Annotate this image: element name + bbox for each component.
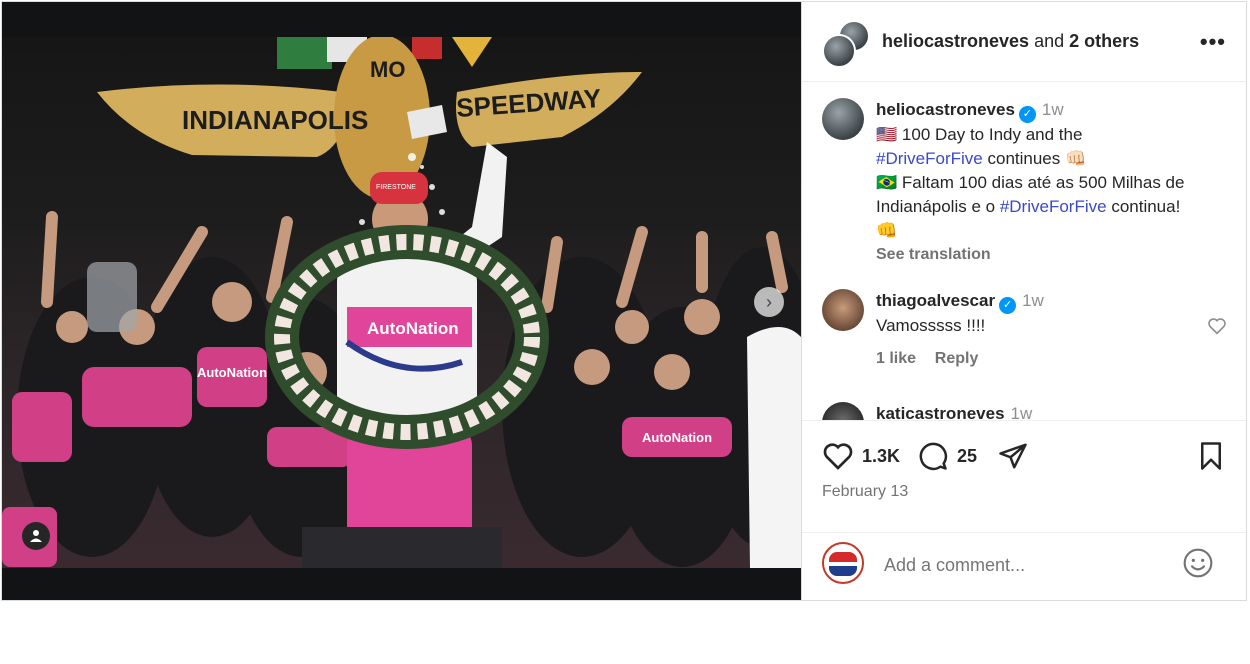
caption-line-4: Indianápolis e o #DriveForFive continua!: [876, 197, 1181, 216]
post-date[interactable]: February 13: [822, 483, 908, 501]
bookmark-icon[interactable]: [1197, 441, 1225, 471]
comment-avatar[interactable]: [822, 402, 864, 420]
post-header-title: heliocastroneves and 2 others: [882, 31, 1139, 52]
trophy-cup: [87, 262, 137, 332]
instagram-post: INDIANAPOLIS SPEEDWAY MO AutoNation FIRE…: [1, 1, 1247, 601]
brazil-flag-icon: 🇧🇷: [876, 173, 898, 192]
logo-text-left: INDIANAPOLIS: [182, 105, 368, 135]
collab-avatar-2: [822, 33, 856, 68]
comment-count[interactable]: 25: [957, 446, 977, 467]
logo-flag-green: [277, 37, 332, 69]
post-side-panel: heliocastroneves and 2 others ••• helioc…: [801, 2, 1246, 600]
comment-time[interactable]: 1w: [1011, 404, 1033, 420]
hashtag-link[interactable]: #DriveForFive: [1000, 197, 1107, 216]
reply-button[interactable]: Reply: [935, 350, 979, 367]
caption-time[interactable]: 1w: [1042, 100, 1064, 119]
hashtag-link[interactable]: #DriveForFive: [876, 149, 983, 168]
caption-avatar[interactable]: [822, 98, 864, 140]
logo-flag-yellow: [452, 37, 492, 67]
comment-likes[interactable]: 1 like: [876, 350, 916, 367]
verified-badge-icon: ✓: [999, 297, 1017, 314]
us-flag-icon: 🇺🇸: [876, 125, 898, 144]
caption-line-5: 👊: [876, 219, 1226, 243]
comment-username[interactable]: thiagoalvescar: [876, 291, 995, 310]
comment-text: Vamosssss !!!!: [876, 316, 986, 335]
header-and: and: [1034, 31, 1065, 51]
post-photo[interactable]: INDIANAPOLIS SPEEDWAY MO AutoNation FIRE…: [2, 37, 801, 568]
comments-list[interactable]: heliocastroneves ✓ 1w 🇺🇸 100 Day to Indy a…: [802, 82, 1246, 420]
driver-cap-text: FIRESTONE: [376, 184, 416, 191]
caption-line-3: 🇧🇷 Faltam 100 dias até as 500 Milhas de: [876, 173, 1185, 192]
caption-line-2: #DriveForFive continues 👊🏻: [876, 149, 1087, 168]
verified-badge-icon: ✓: [1018, 106, 1036, 123]
logo-text-mid: MO: [370, 57, 405, 82]
like-count[interactable]: 1.3K: [862, 446, 900, 467]
collab-avatars[interactable]: [822, 19, 870, 68]
next-arrow-button[interactable]: ›: [754, 287, 784, 317]
comment-bubble-icon[interactable]: [917, 441, 949, 471]
more-options-icon[interactable]: •••: [1200, 29, 1226, 55]
caption: heliocastroneves ✓ 1w 🇺🇸 100 Day to Indy a…: [822, 98, 1226, 267]
person-icon: [30, 530, 42, 542]
fist-icon: 👊🏻: [1065, 149, 1087, 168]
logo-flag-red: [412, 37, 442, 59]
like-heart-icon[interactable]: [822, 441, 854, 471]
photo-illustration: INDIANAPOLIS SPEEDWAY MO AutoNation FIRE…: [2, 37, 801, 568]
comment-username[interactable]: katicastroneves: [876, 404, 1005, 420]
trophy-base: [302, 527, 502, 568]
post-header: heliocastroneves and 2 others •••: [802, 2, 1246, 82]
comment-item: thiagoalvescar ✓ 1w Vamosssss !!!! 1 like …: [822, 289, 1227, 371]
fist-icon: 👊: [876, 221, 898, 240]
comment-avatar[interactable]: [822, 289, 864, 331]
see-translation-link[interactable]: See translation: [876, 243, 1226, 267]
caption-line-1: 🇺🇸 100 Day to Indy and the: [876, 125, 1083, 144]
caption-username[interactable]: heliocastroneves: [876, 100, 1015, 119]
header-username[interactable]: heliocastroneves: [882, 31, 1029, 51]
action-bar: 1.3K 25 February 13: [802, 420, 1246, 533]
share-paper-plane-icon[interactable]: [997, 441, 1029, 471]
header-others[interactable]: 2 others: [1069, 31, 1139, 51]
post-media: INDIANAPOLIS SPEEDWAY MO AutoNation FIRE…: [2, 2, 801, 600]
sponsor-text-1: AutoNation: [197, 365, 267, 380]
add-comment-bar: [802, 532, 1246, 601]
comment-item: katicastroneves 1w: [822, 402, 1032, 420]
sponsor-text-2: AutoNation: [642, 430, 712, 445]
emoji-smiley-icon[interactable]: [1182, 547, 1214, 579]
comment-time[interactable]: 1w: [1022, 291, 1044, 310]
person-white-shirt: [747, 327, 801, 568]
comment-input[interactable]: [882, 551, 1176, 579]
heart-icon[interactable]: [1207, 317, 1227, 335]
tagged-user-icon[interactable]: [22, 522, 50, 550]
current-user-avatar: [822, 542, 864, 584]
driver-suit-text: AutoNation: [367, 319, 459, 338]
